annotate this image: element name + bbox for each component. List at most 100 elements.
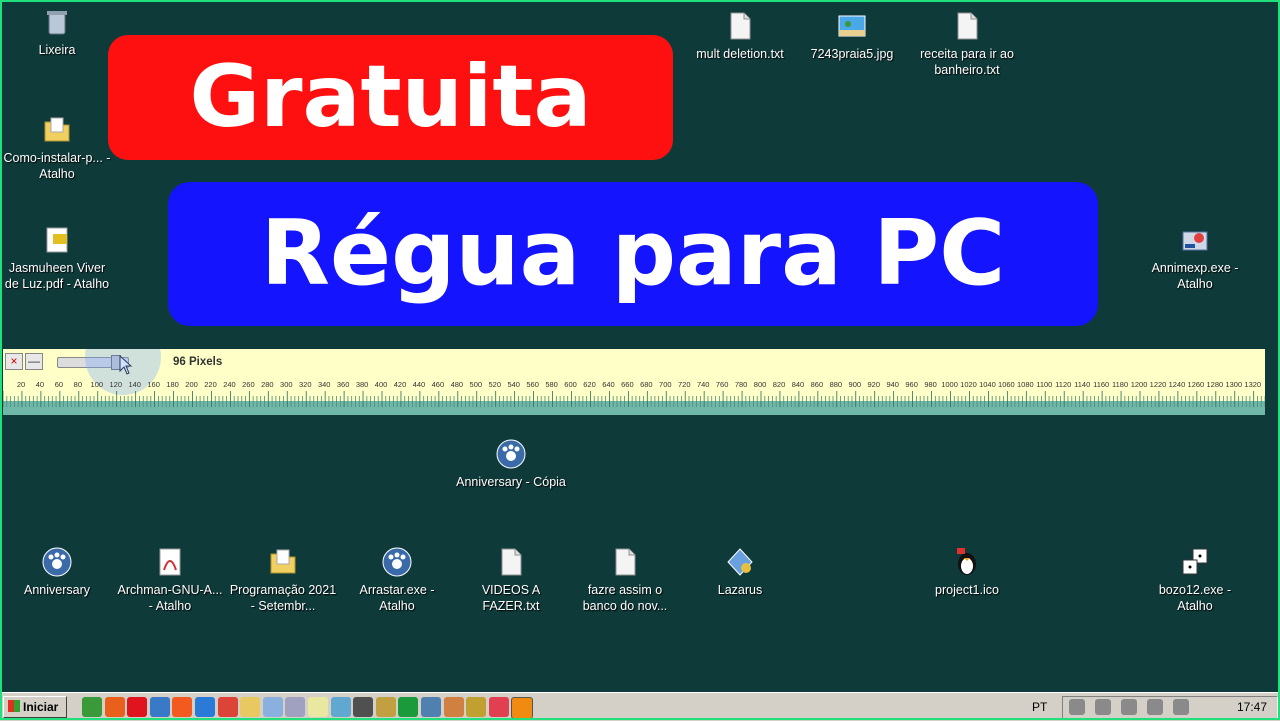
ruler-tick-label: 460 [432,380,445,389]
ruler-tick-label: 680 [640,380,653,389]
notes-icon[interactable] [308,697,328,717]
desktop-icon-videos[interactable]: VIDEOS A FAZER.txt [456,546,566,614]
language-indicator[interactable]: PT [1032,700,1047,714]
text-file-icon [957,12,978,40]
desktop-icon-bozo12[interactable]: bozo12.exe - Atalho [1140,546,1250,614]
image-file-icon [838,15,866,37]
ruler-tick-label: 100 [91,380,104,389]
ruler-tick-label: 840 [792,380,805,389]
clock[interactable]: 17:47 [1237,700,1267,714]
ruler-tick-label: 1260 [1188,380,1205,389]
ruler-tick-label: 1280 [1207,380,1224,389]
desktop-icon-label: VIDEOS A FAZER.txt [481,583,541,613]
ruler-tick-label: 1040 [979,380,996,389]
desktop-icon-receita[interactable]: receita para ir ao banheiro.txt [912,10,1022,78]
flag-icon[interactable] [1121,699,1137,715]
ruler-tick-label: 1220 [1150,380,1167,389]
ruler-tick-label: 1100 [1036,380,1052,389]
measure-icon[interactable] [466,697,487,717]
ruler-tick-label: 860 [811,380,824,389]
ruler-tick-label: 520 [488,380,501,389]
ruler-tick-label: 20 [17,380,25,389]
ruler-tick-label: 920 [867,380,880,389]
ruler-tick-label: 740 [697,380,710,389]
ruler-tick-label: 580 [545,380,558,389]
vlc-icon[interactable] [511,697,534,719]
text-file-icon [501,548,522,576]
ruler-close-button[interactable]: × [5,353,23,370]
panda-icon[interactable] [1095,699,1111,715]
clock-app-icon[interactable] [443,697,464,717]
ruler-tick-label: 60 [55,380,63,389]
desktop-icon-praia[interactable]: 7243praia5.jpg [797,10,907,62]
paint-icon[interactable] [82,697,102,717]
chrome-blue-icon[interactable] [195,697,215,717]
ruler-tick-label: 540 [507,380,520,389]
penguin-icon [957,548,976,575]
desktop-icon-label: Jasmuheen Viver de Luz.pdf - Atalho [4,261,110,291]
vlc-tray-icon[interactable] [1069,699,1085,715]
desktop-icon-mult-deletion[interactable]: mult deletion.txt [685,10,795,62]
ruler-tick-label: 1160 [1093,380,1109,389]
desktop-icon-label: Arrastar.exe - Atalho [359,583,435,613]
desktop-icon-annimexp[interactable]: Annimexp.exe - Atalho [1140,224,1250,292]
ruler-minimize-button[interactable]: — [25,353,43,370]
ruler-tick-label: 820 [773,380,786,389]
brush-icon[interactable] [285,697,306,717]
ruler-tick-label: 180 [166,380,179,389]
pdf-shortcut-icon [46,227,68,253]
target-icon[interactable] [488,697,509,717]
ruler-tick-label: 800 [754,380,767,389]
ruler-tick-label: 1120 [1055,380,1071,389]
ruler-tick-label: 720 [678,380,691,389]
ruler-tick-label: 260 [242,380,255,389]
ruler-tick-label: 500 [470,380,483,389]
desktop-icon-lixeira[interactable]: Lixeira [2,6,112,58]
desktop-icon-label: Como-instalar-p... - Atalho [3,151,111,181]
opera-icon[interactable] [127,697,148,717]
ruler-tick-label: 700 [659,380,672,389]
ruler-tick-label: 360 [337,380,350,389]
ruler-window[interactable]: × — 96 Pixels 20 40 60 80 100 120 140 160 180 200… [3,349,1265,415]
desktop-icon-fazre[interactable]: fazre assim o banco do nov... [570,546,680,614]
desktop-icon-project1[interactable]: project1.ico [912,546,1022,598]
desktop-icon-label: Anniversary [24,583,90,597]
brave-icon[interactable] [172,697,193,717]
network-icon[interactable] [421,697,441,717]
desktop-icon-label: Lazarus [717,583,763,597]
ruler-tick-label: 560 [526,380,539,389]
edit-icon[interactable] [375,697,396,717]
desktop-icon-anniversary[interactable]: Anniversary [2,546,112,598]
desktop-icon-arrastar[interactable]: Arrastar.exe - Atalho [342,546,452,614]
ruler-tick-label: 1140 [1074,380,1090,389]
desktop-icon-como-instalar[interactable]: Como-instalar-p... - Atalho [2,114,112,182]
desktop-icon-programacao[interactable]: Programação 2021 - Setembr... [228,546,338,614]
search-icon[interactable] [353,697,374,717]
explorer-folder-icon[interactable] [240,697,261,717]
volume-icon[interactable] [1173,699,1189,715]
firefox-icon[interactable] [104,697,125,717]
ruler-tick-label: 420 [394,380,407,389]
start-button[interactable]: Iniciar [3,696,67,718]
ruler-tick-label: 980 [924,380,937,389]
desktop-icon-archman[interactable]: Archman-GNU-A... - Atalho [115,546,225,614]
text-file-icon [615,548,636,576]
eraser-icon[interactable] [330,697,351,717]
ruler-tick-label: 960 [905,380,918,389]
desktop-icon-label: Annimexp.exe - Atalho [1151,261,1239,291]
brazil-flag-icon[interactable] [398,697,419,717]
exe-shortcut-icon [1182,231,1208,251]
desktop-icon-jasmuheen[interactable]: Jasmuheen Viver de Luz.pdf - Atalho [2,224,112,292]
desktop-icon-lazarus[interactable]: Lazarus [685,546,795,598]
network-tray-icon[interactable] [1147,699,1163,715]
ruler-tick-label: 1080 [1017,380,1034,389]
chrome-icon[interactable] [217,697,238,717]
ruler-tick-label: 40 [36,380,44,389]
ruler-tick-label: 320 [299,380,312,389]
desktop-icon-label: receita para ir ao banheiro.txt [920,47,1014,77]
ruler-tick-label: 620 [583,380,596,389]
notepad-icon[interactable] [262,697,283,717]
desktop-icon-anniversary-copia[interactable]: Anniversary - Cópia [456,438,566,490]
ruler-tick-label: 240 [223,380,236,389]
chromium-icon[interactable] [149,697,170,717]
